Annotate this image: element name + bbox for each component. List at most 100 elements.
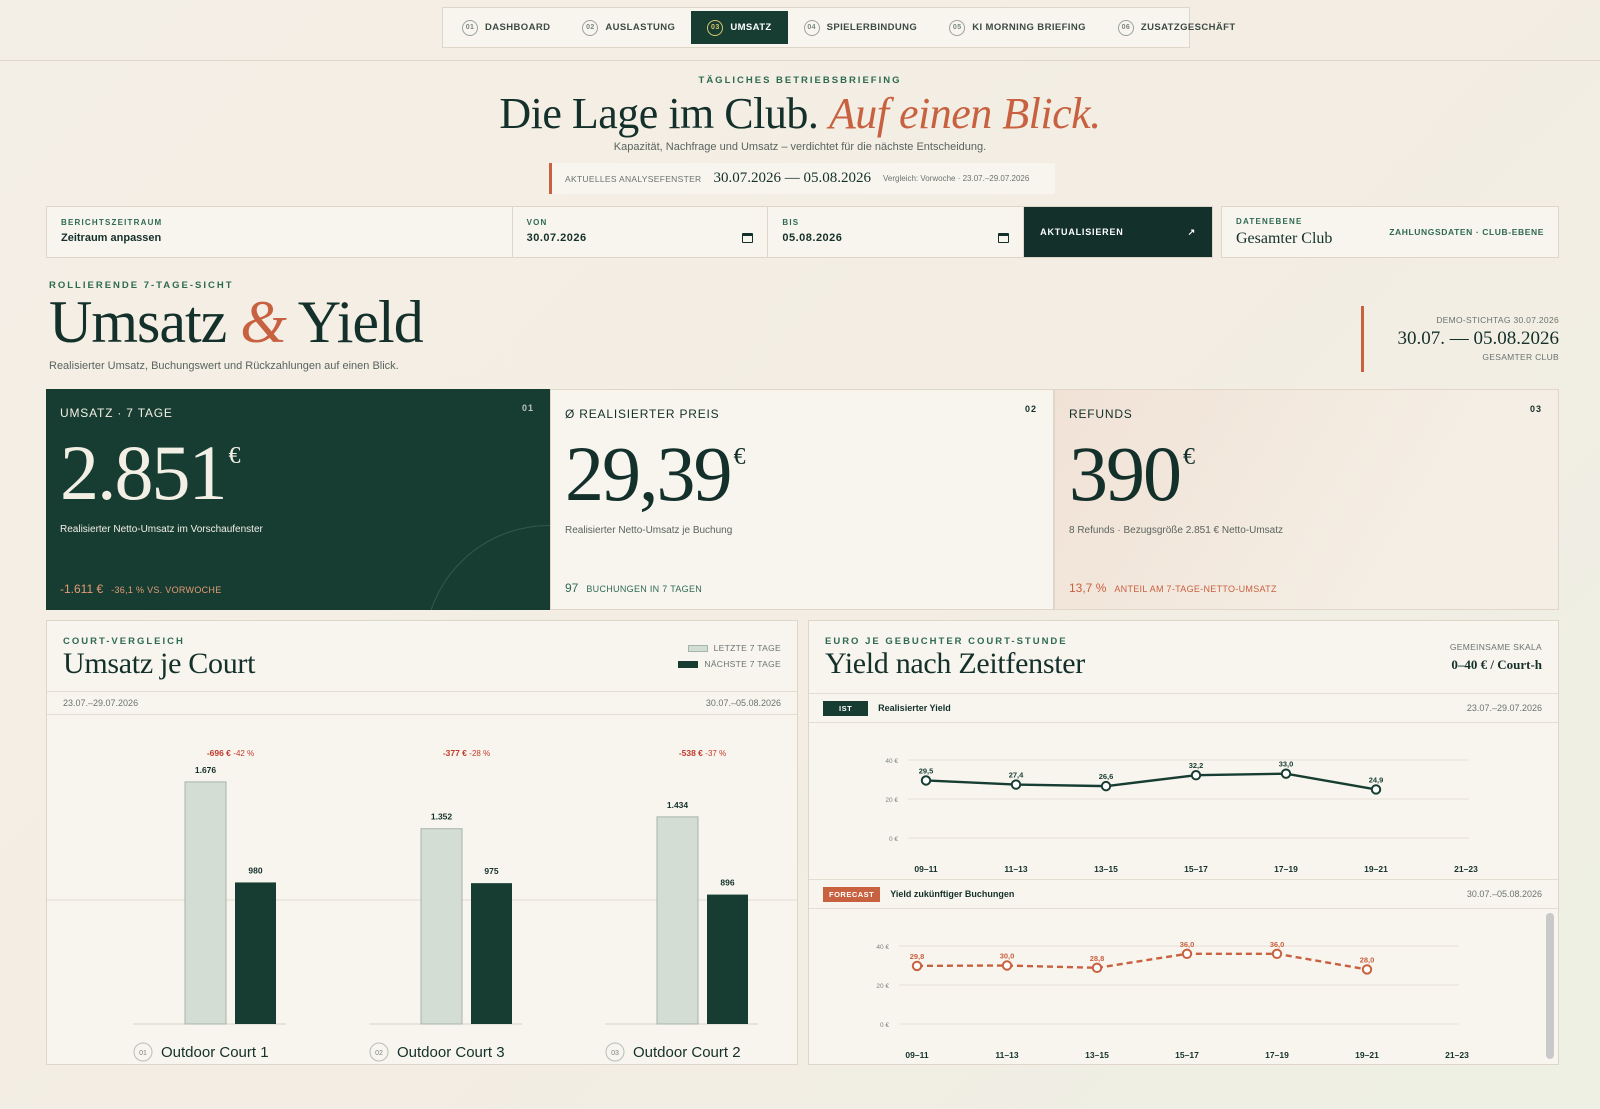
stichtag-dates: 30.07. — 05.08.2026 bbox=[1397, 328, 1560, 349]
data-label: 27,4 bbox=[1009, 771, 1024, 780]
kpi-value: 29,39 € bbox=[565, 435, 1039, 513]
nav-tab-zusatzgeschaeft[interactable]: 06 ZUSATZGESCHÄFT bbox=[1102, 11, 1252, 44]
period-field[interactable]: BERICHTSZEITRAUM Zeitraum anpassen bbox=[47, 207, 513, 257]
court-number: 03 bbox=[611, 1050, 619, 1057]
x-tick-label: 13–15 bbox=[1085, 1050, 1109, 1060]
data-level-source: ZAHLUNGSDATEN · CLUB-EBENE bbox=[1389, 227, 1544, 237]
bar-value-label: 975 bbox=[484, 866, 498, 876]
nav-tab-spielerbindung[interactable]: 04 SPIELERBINDUNG bbox=[788, 11, 934, 44]
calendar-icon[interactable] bbox=[742, 233, 754, 243]
ist-header: IST Realisierter Yield 23.07.–29.07.2026 bbox=[809, 693, 1558, 723]
bar-last-7-days bbox=[656, 816, 699, 1025]
panel-eyebrow: COURT-VERGLEICH bbox=[63, 636, 185, 647]
court-name: Outdoor Court 1 bbox=[161, 1044, 269, 1061]
y-tick-label: 40 € bbox=[885, 758, 898, 765]
court-number: 02 bbox=[375, 1050, 383, 1057]
panel-date-range: 23.07.–29.07.2026 30.07.–05.08.2026 bbox=[47, 691, 797, 715]
x-tick-label: 15–17 bbox=[1175, 1050, 1199, 1060]
y-tick-label: 0 € bbox=[889, 836, 898, 843]
nav-tab-ki-morning-briefing[interactable]: 05 KI MORNING BRIEFING bbox=[933, 11, 1102, 44]
kpi-number: 02 bbox=[1024, 404, 1037, 414]
from-date-field[interactable]: VON 30.07.2026 bbox=[513, 207, 769, 257]
y-tick-label: 20 € bbox=[876, 983, 889, 990]
forecast-header: FORECAST Yield zukünftiger Buchungen 30.… bbox=[809, 879, 1558, 909]
x-tick-label: 17–19 bbox=[1265, 1050, 1289, 1060]
scrollbar[interactable] bbox=[1546, 913, 1554, 1059]
panel-title: Yield nach Zeitfenster bbox=[825, 647, 1085, 680]
x-tick-label: 11–13 bbox=[1004, 864, 1027, 874]
nav-tab-auslastung[interactable]: 02 AUSLASTUNG bbox=[566, 11, 691, 44]
nav-tab-umsatz[interactable]: 03 UMSATZ bbox=[691, 11, 788, 44]
kpi-label: Ø REALISIERTER PREIS bbox=[565, 407, 720, 421]
nav-label: KI MORNING BRIEFING bbox=[972, 22, 1086, 33]
nav-tab-dashboard[interactable]: 01 DASHBOARD bbox=[446, 11, 566, 44]
yield-forecast-chart: 40 € 20 € 0 € 29,8 30,0 28,8 36,0 36,0 28,0 09–11… bbox=[876, 940, 1469, 1060]
court-revenue-panel: COURT-VERGLEICH Umsatz je Court LETZTE 7… bbox=[46, 620, 798, 1065]
data-label: 36,0 bbox=[1270, 940, 1285, 949]
x-tick-label: 13–15 bbox=[1094, 864, 1118, 874]
to-date-field[interactable]: BIS 05.08.2026 bbox=[768, 207, 1025, 257]
kpi-footer: -1.611 € -36,1 % VS. VORWOCHE bbox=[60, 582, 222, 596]
data-label: 26,6 bbox=[1099, 772, 1114, 781]
data-point bbox=[1181, 948, 1193, 959]
kpi-footer: 13,7 % ANTEIL AM 7-TAGE-NETTO-UMSATZ bbox=[1069, 581, 1277, 595]
kpi-value: 390 € bbox=[1069, 435, 1544, 513]
data-point bbox=[1100, 780, 1112, 792]
court-name: Outdoor Court 2 bbox=[633, 1044, 741, 1061]
kpi-card-umsatz: UMSATZ · 7 TAGE 01 2.851 € Realisierter N… bbox=[46, 389, 550, 610]
nav-label: UMSATZ bbox=[730, 22, 772, 33]
scale-label: GEMEINSAME SKALA bbox=[1449, 642, 1542, 652]
date-range-right: 30.07.–05.08.2026 bbox=[705, 698, 781, 708]
delta-label: -377 € -28 % bbox=[443, 748, 490, 758]
court-bar-chart: 1.676 980 -696 € -42 % 01 Outdoor Court 1 1.3… bbox=[47, 748, 797, 1062]
bar-last-7-days bbox=[420, 828, 463, 1025]
update-button-label: AKTUALISIEREN bbox=[1040, 227, 1124, 237]
header-divider bbox=[0, 60, 1600, 61]
nav-label: SPIELERBINDUNG bbox=[826, 22, 918, 33]
kpi-card-refunds: REFUNDS 03 390 € 8 Refunds · Bezugsgröße … bbox=[1054, 389, 1559, 610]
panel-title: Umsatz je Court bbox=[63, 647, 256, 680]
x-tick-label: 15–17 bbox=[1184, 864, 1208, 874]
x-tick-label: 17–19 bbox=[1274, 864, 1298, 874]
hero-title: Die Lage im Club. Auf einen Blick. bbox=[0, 88, 1600, 139]
bar-value-label: 1.676 bbox=[195, 765, 217, 775]
ist-tag: IST bbox=[823, 700, 869, 716]
data-level-label: DATENEBENE bbox=[1236, 216, 1303, 226]
bar-value-label: 896 bbox=[720, 878, 734, 888]
calendar-icon[interactable] bbox=[998, 233, 1010, 243]
nav-label: DASHBOARD bbox=[485, 22, 551, 33]
kpi-unit: € bbox=[228, 443, 241, 469]
data-point bbox=[1370, 784, 1382, 795]
data-level-selector[interactable]: DATENEBENE Gesamter Club ZAHLUNGSDATEN ·… bbox=[1221, 206, 1559, 258]
data-point bbox=[1271, 948, 1283, 959]
nav-label: ZUSATZGESCHÄFT bbox=[1140, 22, 1236, 33]
kpi-value-number: 2.851 bbox=[60, 429, 227, 516]
court-number: 01 bbox=[139, 1050, 147, 1057]
legend-item-last: LETZTE 7 TAGE bbox=[678, 643, 781, 653]
ist-series-name: Realisierter Yield bbox=[878, 703, 951, 713]
data-point bbox=[911, 960, 923, 972]
panel-eyebrow: EURO JE GEBUCHTER COURT-STUNDE bbox=[825, 636, 1068, 647]
forecast-series-name: Yield zukünftiger Buchungen bbox=[890, 889, 1015, 899]
delta-pct: -42 % bbox=[233, 749, 254, 758]
kpi-value: 2.851 € bbox=[60, 434, 536, 512]
nav-label: AUSLASTUNG bbox=[605, 22, 676, 33]
update-button[interactable]: AKTUALISIEREN ↗ bbox=[1024, 207, 1212, 257]
section-title-b: Yield bbox=[297, 289, 424, 355]
delta-label: -538 € -37 % bbox=[679, 748, 726, 758]
hero-eyebrow: TÄGLICHES BETRIEBSBRIEFING bbox=[698, 75, 902, 86]
legend-label: LETZTE 7 TAGE bbox=[713, 643, 781, 653]
hero-title-accent: Auf einen Blick. bbox=[828, 89, 1101, 138]
x-tick-label: 21–23 bbox=[1445, 1050, 1469, 1060]
legend-label: NÄCHSTE 7 TAGE bbox=[704, 659, 781, 669]
from-date-value: 30.07.2026 bbox=[526, 232, 587, 244]
nav-num: 03 bbox=[707, 19, 724, 36]
kpi-footer: 97 BUCHUNGEN IN 7 TAGEN bbox=[565, 581, 702, 595]
bar-last-7-days bbox=[184, 781, 227, 1025]
data-label: 30,0 bbox=[1000, 952, 1015, 961]
period-value: Zeitraum anpassen bbox=[61, 232, 162, 244]
data-label: 24,9 bbox=[1369, 775, 1384, 784]
section-subtitle: Realisierter Umsatz, Buchungswert und Rü… bbox=[49, 360, 399, 372]
kpi-foot-value: 97 bbox=[565, 581, 579, 595]
series-line bbox=[916, 952, 1368, 971]
